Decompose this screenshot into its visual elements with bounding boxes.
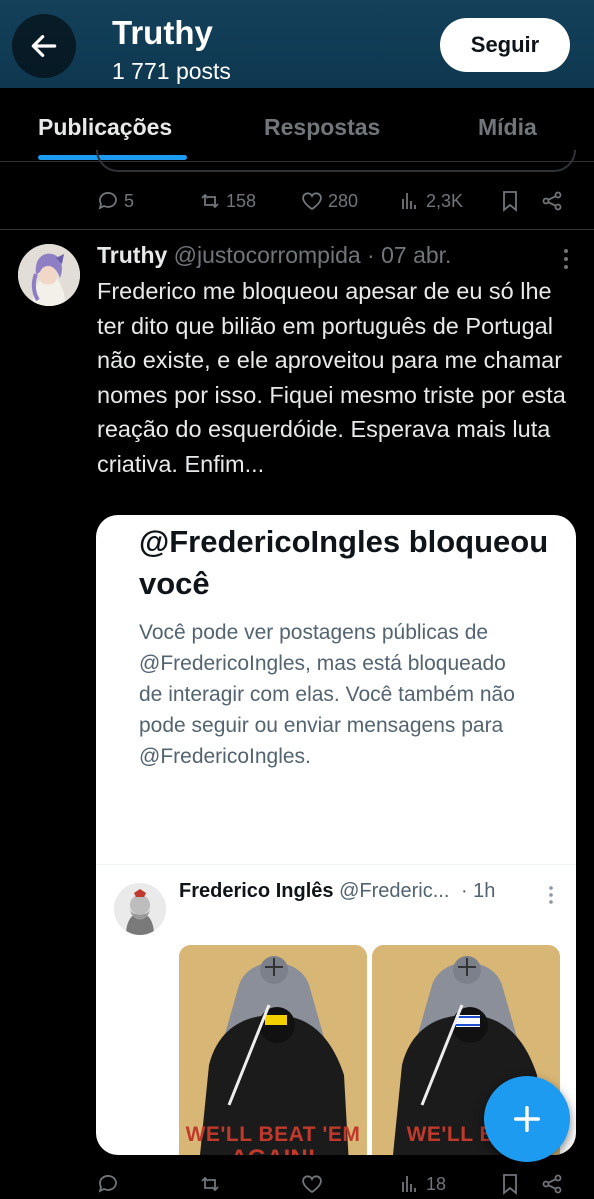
inner-author-name: Frederico Inglês <box>179 880 334 902</box>
bookmark-icon <box>503 191 517 212</box>
more-options-icon[interactable] <box>562 248 570 270</box>
post-date: · 07 abr. <box>367 242 452 268</box>
compose-button[interactable] <box>484 1076 570 1162</box>
heart-icon <box>302 192 322 211</box>
views-icon <box>402 1176 416 1192</box>
tab-midia[interactable]: Mídia <box>478 114 537 141</box>
bookmark-button[interactable] <box>498 189 522 213</box>
follow-button[interactable]: Seguir <box>440 18 570 72</box>
like-button[interactable]: 280 <box>300 189 358 213</box>
anime-avatar-image <box>18 244 80 306</box>
portrait-avatar-image <box>114 883 166 935</box>
back-button[interactable] <box>12 14 76 78</box>
inner-author-avatar <box>114 883 166 935</box>
plus-icon <box>513 1105 541 1133</box>
views-button[interactable]: 18 <box>398 1172 446 1196</box>
blocked-title: @FredericoIngles bloqueou você <box>139 524 549 601</box>
embed-divider <box>96 864 576 865</box>
post-author-handle[interactable]: @justocorrompida <box>174 242 361 268</box>
heart-icon <box>302 1175 322 1194</box>
reply-button[interactable]: 5 <box>96 189 134 213</box>
post-author-name[interactable]: Truthy <box>97 242 167 268</box>
reply-button[interactable] <box>96 1172 120 1196</box>
poster-image-left: WE'LL BEAT 'EM AGAIN! <box>179 945 367 1155</box>
blocked-description: Você pode ver postagens públicas de @Fre… <box>139 621 515 768</box>
poster-slogan-again: AGAIN! <box>179 1145 367 1155</box>
inner-post-header: Frederico Inglês @Frederic... · 1h <box>179 880 495 903</box>
inner-author-handle: @Frederic... <box>339 880 450 902</box>
views-icon <box>402 193 416 209</box>
profile-name: Truthy <box>112 14 213 51</box>
bookmark-icon <box>503 1174 517 1195</box>
bookmark-button[interactable] <box>498 1172 522 1196</box>
post-image[interactable]: @FredericoIngles bloqueou você Você pode… <box>96 515 576 1155</box>
inner-post-time: · 1h <box>460 880 496 902</box>
views-count: 2,3K <box>426 190 464 211</box>
reply-icon <box>98 192 117 210</box>
share-icon <box>542 1174 562 1194</box>
reply-count: 5 <box>124 190 135 211</box>
repost-count: 158 <box>226 190 257 211</box>
share-icon <box>542 191 562 211</box>
tab-respostas[interactable]: Respostas <box>264 114 380 141</box>
inner-more-icon <box>549 886 553 904</box>
author-avatar[interactable] <box>18 244 80 306</box>
repost-button[interactable] <box>198 1172 222 1196</box>
share-button[interactable] <box>540 1172 564 1196</box>
posts-count: 1 771 posts <box>112 58 231 84</box>
reply-icon <box>98 1175 117 1193</box>
post-divider <box>0 229 594 230</box>
repost-icon <box>201 193 219 209</box>
profile-header: Truthy 1 771 posts Seguir <box>0 0 594 88</box>
repost-button[interactable]: 158 <box>198 189 256 213</box>
previous-post-media-edge <box>96 150 576 172</box>
repost-icon <box>201 1176 219 1192</box>
arrow-left-icon <box>31 35 57 57</box>
like-count: 280 <box>328 190 359 211</box>
previous-post-actions: 5 158 280 2,3K <box>96 183 566 219</box>
views-button[interactable]: 2,3K <box>398 189 463 213</box>
tab-publicacoes[interactable]: Publicações <box>38 114 172 141</box>
poster-slogan: WE'LL BEAT 'EM <box>185 1123 361 1146</box>
post-actions: 18 <box>96 1166 566 1199</box>
post-header: Truthy @justocorrompida · 07 abr. <box>97 242 451 269</box>
post-text: Frederico me bloqueou apesar de eu só lh… <box>97 278 566 477</box>
views-count: 18 <box>426 1173 447 1194</box>
share-button[interactable] <box>540 189 564 213</box>
like-button[interactable] <box>300 1172 324 1196</box>
